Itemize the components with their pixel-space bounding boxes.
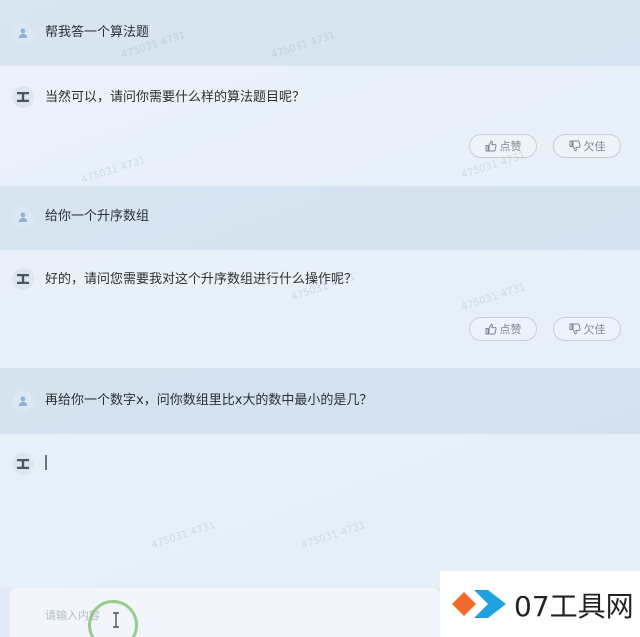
assistant-message-text: 当然可以，请问你需要什么样的算法题目呢？ <box>45 90 306 105</box>
dislike-button[interactable]: 欠佳 <box>553 134 621 158</box>
user-avatar-icon <box>12 390 34 412</box>
brand-logo-icon <box>452 590 506 618</box>
like-button[interactable]: 点赞 <box>469 134 537 158</box>
user-avatar-icon <box>12 22 34 44</box>
like-label: 点赞 <box>499 323 522 336</box>
user-message-text: 给你一个升序数组 <box>45 209 150 224</box>
brand-watermark: 07工具网 <box>440 571 640 637</box>
user-avatar-icon <box>12 206 34 228</box>
ai-logo-icon <box>12 86 34 108</box>
user-message-text: 再给你一个数字x，问你数组里比x大的数中最小的是几？ <box>45 393 373 408</box>
ai-logo-icon <box>12 453 34 475</box>
user-message: 给你一个升序数组 <box>0 186 640 250</box>
thumbs-up-icon <box>485 140 497 152</box>
assistant-message: 当然可以，请问你需要什么样的算法题目呢？ 点赞 欠佳 <box>0 66 640 186</box>
text-cursor-icon <box>113 612 119 628</box>
assistant-message <box>0 434 640 588</box>
typing-caret <box>45 455 47 470</box>
thumbs-up-icon <box>485 323 497 335</box>
assistant-message: 好的，请问您需要我对这个升序数组进行什么操作呢？ 点赞 欠佳 <box>0 250 640 368</box>
user-message-text: 帮我答一个算法题 <box>45 25 150 40</box>
chat-panel: 帮我答一个算法题 当然可以，请问你需要什么样的算法题目呢？ 点赞 欠佳 给你一个… <box>0 0 640 637</box>
ai-logo-icon <box>12 268 34 290</box>
like-button[interactable]: 点赞 <box>469 317 537 341</box>
brand-name: 07工具网 <box>514 590 634 623</box>
thumbs-down-icon <box>569 140 581 152</box>
dislike-label: 欠佳 <box>583 140 606 153</box>
user-message: 再给你一个数字x，问你数组里比x大的数中最小的是几？ <box>0 368 640 434</box>
message-input[interactable]: 请输入内容 <box>10 588 440 637</box>
dislike-button[interactable]: 欠佳 <box>553 317 621 341</box>
dislike-label: 欠佳 <box>583 323 606 336</box>
user-message: 帮我答一个算法题 <box>0 0 640 66</box>
thumbs-down-icon <box>569 323 581 335</box>
